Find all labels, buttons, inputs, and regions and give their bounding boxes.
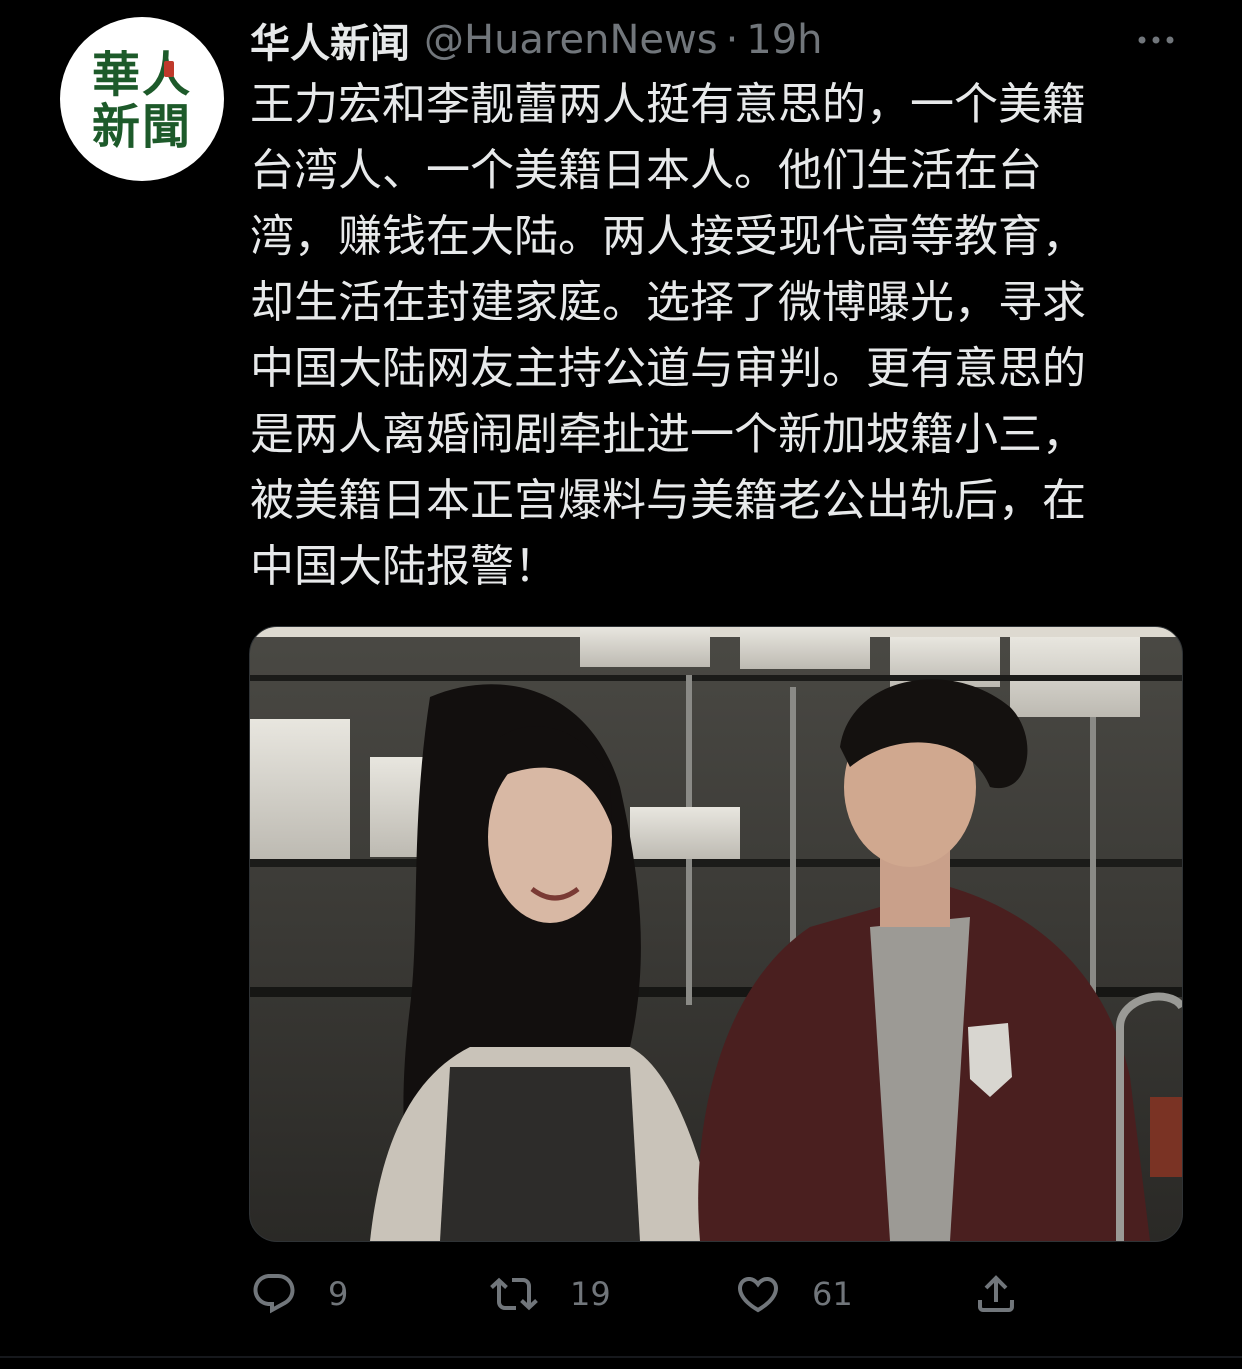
avatar-logo-line-2: 新聞: [91, 99, 192, 155]
tweet-text-line: 中国大陆网友主持公道与审判。更有意思的: [250, 343, 1086, 394]
tweet-text-line: 被美籍日本正宫爆料与美籍老公出轨后，在: [250, 475, 1086, 526]
retweet-icon: [488, 1270, 540, 1318]
retweet-button[interactable]: 19: [488, 1262, 611, 1326]
avatar[interactable]: 華人 新聞: [60, 17, 224, 181]
user-handle[interactable]: @HuarenNews: [424, 17, 718, 63]
avatar-seal-icon: [164, 61, 174, 77]
more-icon[interactable]: [1134, 20, 1178, 60]
share-icon: [972, 1270, 1020, 1318]
divider: [0, 1356, 1242, 1358]
retweet-count: 19: [570, 1275, 611, 1313]
avatar-logo-line-1: 華人: [91, 47, 192, 103]
tweet-text-line: 却生活在封建家庭。选择了微博曝光，寻求: [250, 277, 1086, 328]
like-icon: [734, 1270, 782, 1318]
tweet-text-line: 是两人离婚闹剧牵扯进一个新加坡籍小三，: [250, 409, 1086, 460]
share-button[interactable]: [972, 1262, 1020, 1326]
tweet-text-line: 中国大陆报警！: [250, 541, 558, 592]
photo-image: [250, 627, 1182, 1241]
tweet-header: 华人新闻 @HuarenNews · 19h: [250, 12, 823, 68]
like-count: 61: [812, 1275, 853, 1313]
reply-button[interactable]: 9: [250, 1262, 348, 1326]
display-name[interactable]: 华人新闻: [250, 11, 410, 69]
tweet[interactable]: 華人 新聞 华人新闻 @HuarenNews · 19h 王力宏和李靓蕾两人挺有…: [0, 0, 1242, 1369]
action-bar: 9 19 61: [250, 1262, 1090, 1326]
timestamp[interactable]: 19h: [746, 17, 822, 63]
like-button[interactable]: 61: [734, 1262, 853, 1326]
tweet-text-line: 台湾人、一个美籍日本人。他们生活在台: [250, 145, 1042, 196]
tweet-text: 王力宏和李靓蕾两人挺有意思的，一个美籍 台湾人、一个美籍日本人。他们生活在台 湾…: [250, 72, 1180, 600]
tweet-text-line: 湾，赚钱在大陆。两人接受现代高等教育，: [250, 211, 1086, 262]
reply-count: 9: [328, 1275, 349, 1313]
tweet-photo[interactable]: [249, 626, 1183, 1242]
separator: ·: [725, 17, 739, 63]
reply-icon: [250, 1270, 298, 1318]
tweet-text-line: 王力宏和李靓蕾两人挺有意思的，一个美籍: [250, 79, 1086, 130]
